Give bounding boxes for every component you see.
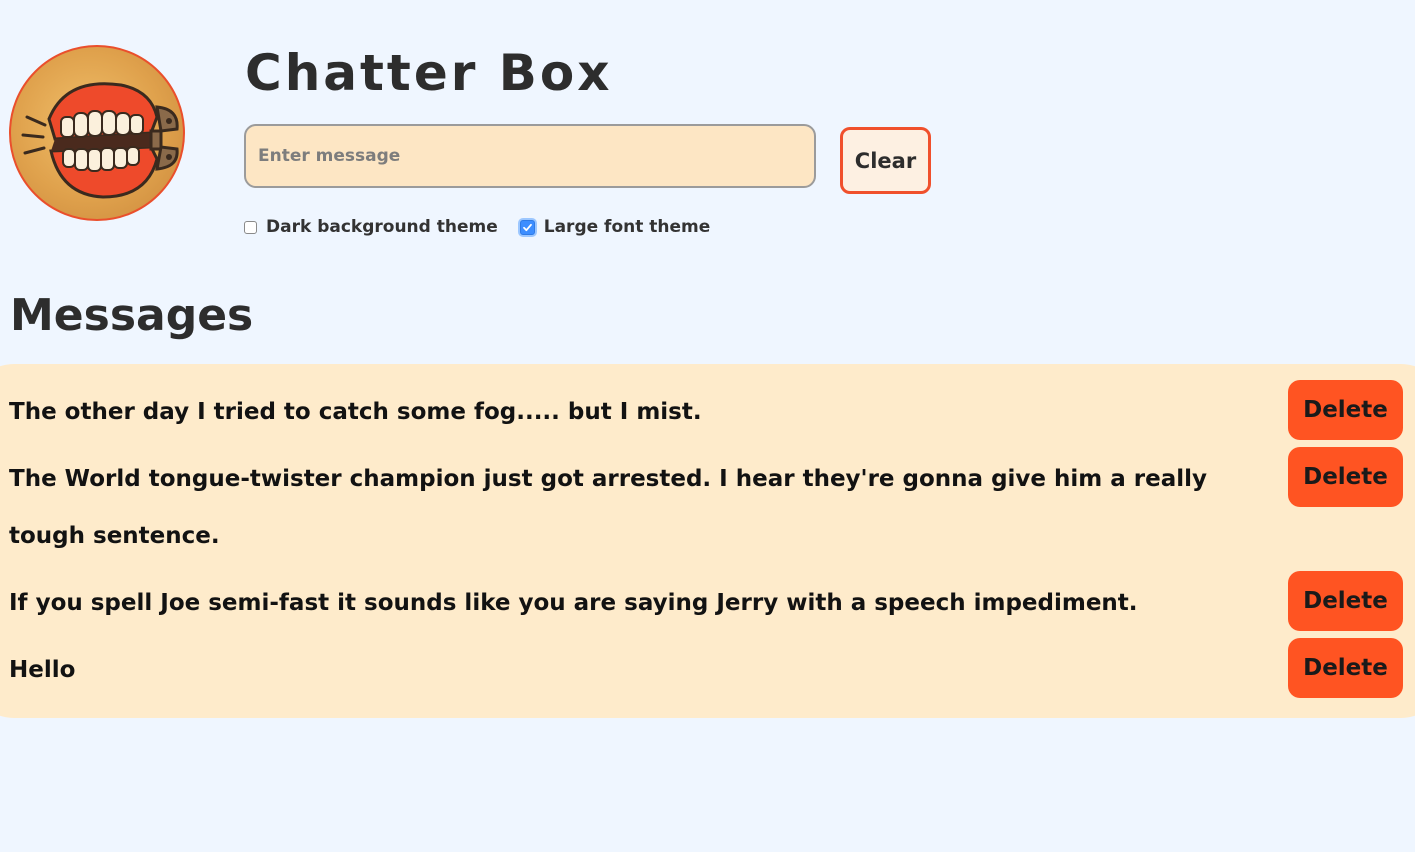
message-text: The other day I tried to catch some fog.… [9, 399, 702, 425]
dark-theme-label: Dark background theme [266, 217, 498, 237]
large-font-theme-label: Large font theme [543, 217, 711, 237]
dark-theme-option[interactable]: Dark background theme [244, 217, 498, 237]
app-title: Chatter Box [245, 44, 613, 102]
theme-options: Dark background theme Large font theme [244, 217, 732, 237]
clear-button[interactable]: Clear [840, 127, 931, 194]
message-text: The World tongue-twister champion just g… [9, 466, 1207, 549]
delete-button[interactable]: Delete [1288, 447, 1403, 507]
message-input[interactable] [244, 124, 816, 188]
delete-button[interactable]: Delete [1288, 571, 1403, 631]
messages-heading: Messages [10, 290, 254, 341]
logo [9, 45, 185, 221]
delete-button[interactable]: Delete [1288, 380, 1403, 440]
message-text: If you spell Joe semi-fast it sounds lik… [9, 590, 1138, 616]
checkmark-icon [522, 223, 532, 231]
large-font-theme-checkbox[interactable] [519, 219, 535, 235]
large-font-theme-option[interactable]: Large font theme [519, 217, 711, 237]
wind-up-teeth-icon [21, 82, 179, 199]
message-text: Hello [9, 657, 76, 683]
delete-button[interactable]: Delete [1288, 638, 1403, 698]
dark-theme-checkbox[interactable] [244, 220, 257, 234]
